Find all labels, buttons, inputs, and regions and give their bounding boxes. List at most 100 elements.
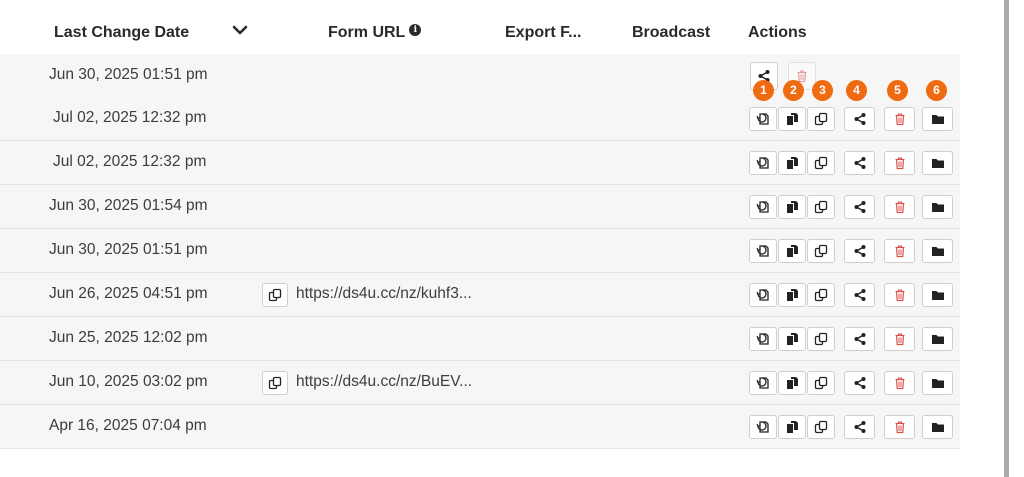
duplicate-button[interactable]: [778, 151, 806, 175]
restore-button[interactable]: [749, 283, 777, 307]
folder-button[interactable]: [922, 151, 953, 175]
delete-button[interactable]: [884, 327, 915, 351]
duplicate-button[interactable]: [778, 371, 806, 395]
share-button[interactable]: [844, 107, 875, 131]
restore-button[interactable]: [749, 239, 777, 263]
trash-icon: [895, 245, 904, 258]
copy-button[interactable]: [807, 107, 835, 131]
share-icon: [854, 245, 865, 257]
copy-button[interactable]: [807, 151, 835, 175]
last-change-date: Jul 02, 2025 12:32 pm: [53, 109, 207, 126]
share-button[interactable]: [844, 283, 875, 307]
chevron-down-icon[interactable]: [232, 22, 248, 38]
copy-button[interactable]: [807, 283, 835, 307]
delete-button[interactable]: [884, 195, 915, 219]
restore-button[interactable]: [749, 371, 777, 395]
copy-button[interactable]: [807, 327, 835, 351]
delete-button[interactable]: [884, 107, 915, 131]
form-url-link[interactable]: https://ds4u.cc/nz/kuhf3...: [296, 285, 472, 303]
table-row: Jun 25, 2025 12:02 pm: [0, 317, 960, 361]
delete-button[interactable]: [884, 371, 915, 395]
share-icon: [854, 201, 865, 213]
delete-button[interactable]: [884, 151, 915, 175]
duplicate-icon: [787, 377, 798, 389]
duplicate-icon: [787, 289, 798, 301]
folder-button[interactable]: [922, 107, 953, 131]
duplicate-button[interactable]: [778, 239, 806, 263]
restore-icon: [756, 333, 769, 345]
last-change-date: Apr 16, 2025 07:04 pm: [49, 417, 207, 434]
copy-icon: [268, 288, 282, 302]
duplicate-button[interactable]: [778, 195, 806, 219]
share-button[interactable]: [844, 151, 875, 175]
table-row: Apr 16, 2025 07:04 pm: [0, 405, 960, 449]
copy-icon: [814, 156, 828, 170]
last-change-date: Jul 02, 2025 12:32 pm: [53, 153, 207, 170]
restore-button[interactable]: [749, 107, 777, 131]
copy-button[interactable]: [807, 415, 835, 439]
trash-icon: [895, 377, 904, 390]
copy-icon: [814, 288, 828, 302]
copy-icon: [814, 244, 828, 258]
folder-button[interactable]: [922, 415, 953, 439]
share-icon: [854, 377, 865, 389]
share-button[interactable]: [844, 195, 875, 219]
restore-button[interactable]: [749, 151, 777, 175]
restore-button[interactable]: [749, 195, 777, 219]
copy-icon: [814, 420, 828, 434]
table-row: Jun 10, 2025 03:02 pm https://ds4u.cc/nz/…: [0, 361, 960, 405]
restore-button[interactable]: [749, 327, 777, 351]
restore-icon: [756, 289, 769, 301]
callout-marker-6: 6: [926, 80, 947, 101]
last-change-date: Jun 30, 2025 01:51 pm: [49, 241, 208, 258]
duplicate-button[interactable]: [778, 283, 806, 307]
form-url-link[interactable]: https://ds4u.cc/nz/BuEV...: [296, 373, 472, 391]
share-button[interactable]: [844, 327, 875, 351]
table-row: Jun 26, 2025 04:51 pm https://ds4u.cc/nz/…: [0, 273, 960, 317]
copy-button[interactable]: [807, 239, 835, 263]
trash-icon: [895, 421, 904, 434]
share-button[interactable]: [844, 415, 875, 439]
callout-marker-5: 5: [887, 80, 908, 101]
duplicate-icon: [787, 157, 798, 169]
folder-button[interactable]: [922, 327, 953, 351]
duplicate-button[interactable]: [778, 327, 806, 351]
info-icon[interactable]: i: [409, 24, 422, 36]
folder-button[interactable]: [922, 371, 953, 395]
delete-button[interactable]: [884, 415, 915, 439]
copy-url-button[interactable]: [262, 371, 288, 395]
delete-button[interactable]: [884, 239, 915, 263]
folder-icon: [931, 379, 944, 388]
column-header-form-url[interactable]: Form URL i: [328, 24, 422, 42]
copy-button[interactable]: [807, 195, 835, 219]
column-header-export[interactable]: Export F...: [505, 24, 581, 42]
folder-icon: [931, 203, 944, 212]
column-header-last-change-date[interactable]: Last Change Date: [54, 24, 189, 42]
share-icon: [854, 421, 865, 433]
restore-icon: [756, 201, 769, 213]
duplicate-button[interactable]: [778, 107, 806, 131]
table-row: Jun 30, 2025 01:51 pm: [0, 229, 960, 273]
folder-icon: [931, 335, 944, 344]
share-button[interactable]: [844, 239, 875, 263]
folder-button[interactable]: [922, 195, 953, 219]
restore-icon: [756, 157, 769, 169]
last-change-date: Jun 26, 2025 04:51 pm: [49, 285, 208, 302]
copy-url-button[interactable]: [262, 283, 288, 307]
share-icon: [854, 289, 865, 301]
folder-button[interactable]: [922, 283, 953, 307]
copy-icon: [814, 376, 828, 390]
duplicate-button[interactable]: [778, 415, 806, 439]
share-button[interactable]: [844, 371, 875, 395]
duplicate-icon: [787, 201, 798, 213]
folder-button[interactable]: [922, 239, 953, 263]
column-header-broadcast[interactable]: Broadcast: [632, 24, 710, 42]
duplicate-icon: [787, 421, 798, 433]
copy-button[interactable]: [807, 371, 835, 395]
restore-button[interactable]: [749, 415, 777, 439]
folder-icon: [931, 159, 944, 168]
table-row: Jul 02, 2025 12:32 pm: [0, 97, 960, 141]
trash-icon: [895, 157, 904, 170]
table-row: Jun 30, 2025 01:54 pm: [0, 185, 960, 229]
delete-button[interactable]: [884, 283, 915, 307]
